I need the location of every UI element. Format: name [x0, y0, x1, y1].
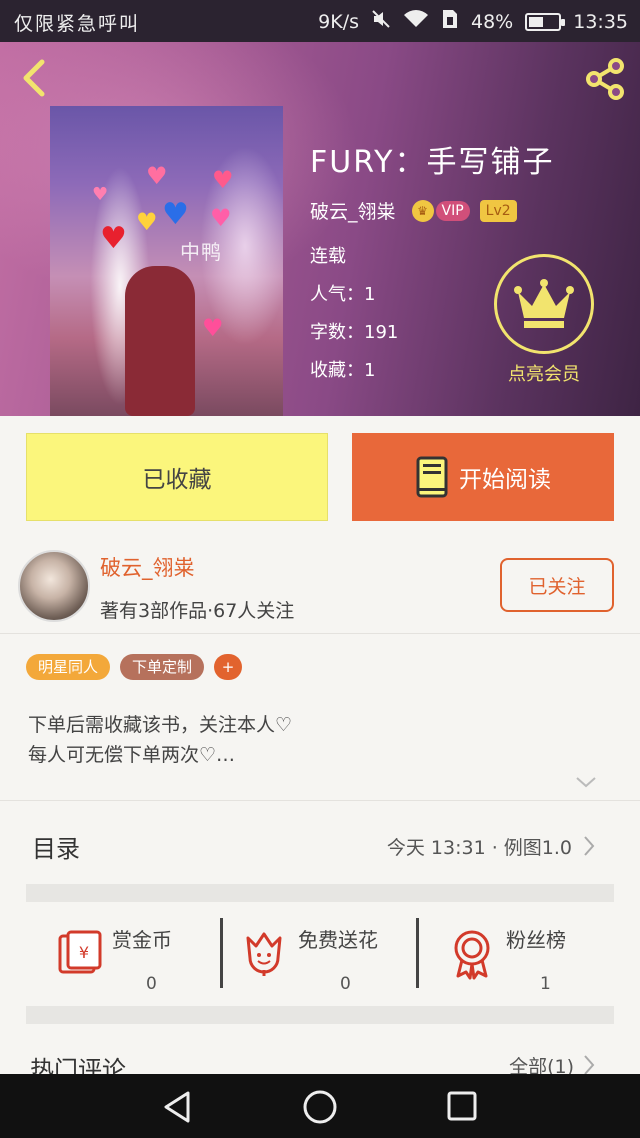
- crown-icon: ♛: [411, 199, 434, 222]
- status-icons: 9K/s 48% 13:35: [318, 9, 628, 34]
- free-flower-item[interactable]: 免费送花 0: [242, 918, 412, 994]
- free-flower-label: 免费送花: [298, 928, 378, 952]
- book-meta: 连载 人气：1 字数：191 收藏：1: [310, 247, 398, 399]
- wifi-icon: [403, 9, 429, 34]
- sim-icon: [441, 9, 459, 34]
- battery-percent: 48%: [471, 10, 514, 33]
- heart-icon: ♥: [136, 208, 158, 236]
- catalog-label: 目录: [32, 835, 80, 863]
- description-line: 下单后需收藏该书，关注本人♡: [28, 714, 293, 736]
- fan-rank-label: 粉丝榜: [506, 928, 566, 952]
- fan-rank-item[interactable]: 粉丝榜 1: [450, 918, 600, 994]
- chevron-down-icon[interactable]: [574, 774, 598, 790]
- book-cover[interactable]: ♥ ♥ ♥ ♥ ♥ ♥ ♥ ♥ 中鸭: [50, 106, 283, 416]
- word-count: 字数：191: [310, 322, 399, 343]
- cover-watermark: 中鸭: [180, 240, 222, 264]
- author-card-name[interactable]: 破云_翎粜: [100, 552, 195, 582]
- tag-chip[interactable]: 明星同人: [26, 654, 111, 680]
- stats-row: ¥ 赏金币 0 免费送花 0 粉丝榜 1: [0, 904, 640, 1004]
- status-bar: 仅限紧急呼叫 9K/s 48% 13:35: [0, 0, 640, 42]
- section-divider: [26, 1006, 614, 1024]
- divider: [220, 918, 223, 988]
- avatar[interactable]: [18, 550, 90, 622]
- book-icon: [416, 456, 448, 498]
- reward-coin-value: 0: [146, 974, 157, 994]
- recents-square-icon: [447, 1091, 477, 1121]
- section-divider: [26, 884, 614, 902]
- fan-rank-value: 1: [540, 974, 551, 994]
- flower-icon: [246, 932, 282, 976]
- popularity: 人气：1: [310, 284, 376, 305]
- follow-label: 已关注: [528, 575, 586, 598]
- book-title: FURY：手写铺子: [310, 145, 555, 180]
- reward-coin-item[interactable]: ¥ 赏金币 0: [56, 918, 216, 994]
- start-reading-label: 开始阅读: [459, 467, 551, 493]
- nav-recents-button[interactable]: [446, 1090, 478, 1126]
- description-line: 每人可无偿下单两次♡…: [28, 744, 236, 766]
- share-icon: [586, 58, 624, 100]
- author-row: 破云_翎粜 ♛ VIP Lv2: [310, 197, 517, 224]
- divider: [416, 918, 419, 988]
- heart-icon: ♥: [92, 184, 109, 205]
- home-circle-icon: [303, 1090, 337, 1124]
- author-name[interactable]: 破云_翎粜: [310, 197, 396, 224]
- mute-icon: [371, 9, 391, 34]
- reward-coin-label: 赏金币: [112, 928, 172, 952]
- collected-label: 已收藏: [142, 467, 212, 493]
- free-flower-value: 0: [340, 974, 351, 994]
- author-card-stats: 著有3部作品·67人关注: [100, 600, 295, 622]
- book-description: 下单后需收藏该书，关注本人♡ 每人可无偿下单两次♡…: [28, 710, 292, 770]
- vip-label: VIP: [435, 200, 470, 221]
- crown-icon: [514, 279, 574, 328]
- triangle-back-icon: [164, 1091, 190, 1123]
- start-reading-button[interactable]: 开始阅读: [352, 433, 614, 521]
- heart-icon: ♥: [146, 162, 168, 190]
- nav-home-button[interactable]: [302, 1089, 338, 1129]
- member-button[interactable]: 点亮会员: [492, 254, 596, 394]
- battery-icon: [525, 12, 566, 31]
- system-nav-bar: [0, 1074, 640, 1138]
- vip-badge: ♛ VIP: [411, 199, 470, 222]
- net-speed: 9K/s: [318, 10, 359, 33]
- follow-button[interactable]: 已关注: [500, 558, 614, 612]
- author-card: 破云_翎粜 著有3部作品·67人关注 已关注: [0, 540, 640, 634]
- chevron-left-icon: [23, 59, 45, 97]
- member-label: 点亮会员: [508, 364, 580, 385]
- heart-icon: ♥: [202, 314, 224, 342]
- chevron-right-icon: [582, 835, 596, 861]
- rank-ribbon-icon: [454, 930, 490, 980]
- collected-button[interactable]: 已收藏: [26, 433, 328, 521]
- heart-icon: ♥: [212, 166, 234, 194]
- svg-text:¥: ¥: [79, 943, 89, 962]
- heart-icon: ♥: [100, 221, 127, 256]
- cover-figure: [125, 266, 195, 416]
- emergency-call-text: 仅限紧急呼叫: [14, 13, 141, 35]
- heart-icon: ♥: [210, 204, 232, 232]
- clock: 13:35: [573, 10, 628, 33]
- add-tag-button[interactable]: +: [214, 654, 243, 680]
- latest-update: 今天 13:31 · 例图1.0: [386, 837, 572, 859]
- share-button[interactable]: [580, 54, 630, 104]
- back-button[interactable]: [14, 56, 58, 100]
- tag-list: 明星同人 下单定制 +: [26, 654, 243, 680]
- serial-status: 连载: [310, 246, 346, 267]
- reward-coin-icon: ¥: [58, 930, 102, 974]
- nav-back-button[interactable]: [160, 1090, 194, 1128]
- heart-icon: ♥: [162, 197, 189, 232]
- catalog-row[interactable]: 目录 今天 13:31 · 例图1.0: [0, 800, 640, 884]
- tag-chip[interactable]: 下单定制: [120, 654, 205, 680]
- level-badge: Lv2: [479, 199, 517, 222]
- favorites-count: 收藏：1: [310, 360, 376, 381]
- book-header: ♥ ♥ ♥ ♥ ♥ ♥ ♥ ♥ 中鸭 FURY：手写铺子 破云_翎粜 ♛ VIP…: [0, 42, 640, 416]
